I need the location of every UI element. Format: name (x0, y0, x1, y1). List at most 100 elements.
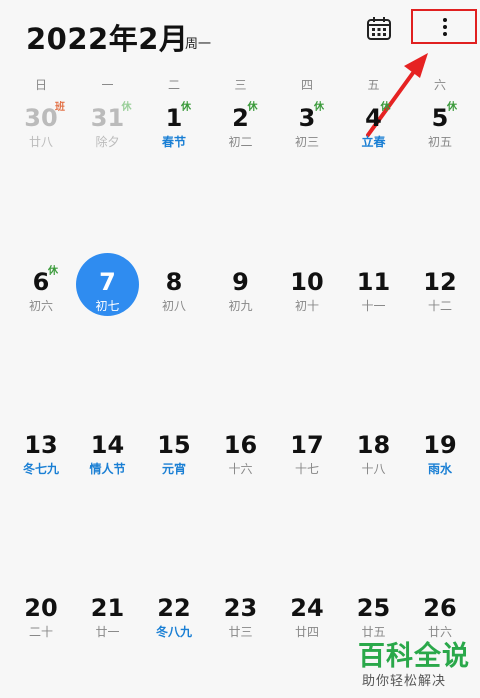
more-vertical-icon (443, 18, 447, 22)
day-cell[interactable]: 8 初八 (141, 268, 207, 328)
day-cell[interactable]: 7 初七 (75, 268, 141, 328)
day-number: 19 (423, 431, 457, 459)
day-cell[interactable]: 21 廿一 (75, 594, 141, 654)
more-options-button[interactable] (411, 9, 477, 44)
lunar-date: 二十 (28, 625, 53, 639)
weekday-label: 六 (433, 78, 446, 92)
lunar-date: 初六 (28, 299, 53, 313)
day-cell[interactable]: 18 十八 (341, 431, 407, 491)
day-cell[interactable]: 5 休初五 (407, 102, 473, 164)
holiday-badge: 休 (181, 102, 191, 113)
holiday-badge: 休 (48, 266, 58, 277)
day-number: 14 (90, 431, 125, 459)
day-number: 10 (290, 268, 324, 296)
lunar-date: 除夕 (95, 135, 120, 149)
day-number: 5 (431, 104, 449, 132)
weekday-label: 三 (234, 78, 247, 92)
day-number: 22 (157, 594, 191, 622)
lunar-date: 初五 (427, 135, 452, 149)
more-dot (443, 25, 447, 29)
day-number: 6 (32, 268, 50, 296)
day-number: 21 (90, 594, 125, 622)
day-number: 18 (356, 431, 391, 459)
holiday-badge: 休 (447, 102, 457, 113)
day-number: 26 (423, 594, 457, 622)
festival-label: 情人节 (89, 462, 126, 476)
day-cell[interactable]: 17 十七 (274, 431, 340, 491)
day-number: 8 (165, 268, 183, 296)
day-cell[interactable]: 1 休春节 (141, 102, 207, 164)
day-number: 16 (223, 431, 258, 459)
day-number: 25 (356, 594, 391, 622)
day-cell[interactable]: 13 冬七九 (8, 431, 74, 491)
day-cell[interactable]: 22 冬八九 (141, 594, 207, 654)
day-number: 9 (232, 268, 249, 296)
more-dot (443, 32, 447, 36)
watermark-sub: 助你轻松解决 (362, 674, 447, 689)
lunar-date: 十二 (427, 299, 452, 313)
day-number: 7 (99, 268, 116, 296)
current-weekday: 周一 (185, 37, 212, 52)
lunar-date: 初八 (161, 299, 186, 313)
day-cell[interactable]: 9 初九 (208, 268, 274, 328)
lunar-date: 初九 (228, 299, 253, 313)
day-number: 4 (365, 104, 382, 132)
day-number: 20 (24, 594, 58, 622)
lunar-date: 初三 (294, 135, 319, 149)
lunar-date: 廿四 (294, 625, 319, 639)
lunar-date: 十六 (228, 462, 253, 476)
festival-label: 立春 (361, 135, 386, 149)
day-cell[interactable]: 30 班廿八 (8, 102, 74, 164)
lunar-date: 十八 (361, 462, 386, 476)
lunar-date: 初十 (294, 299, 319, 313)
day-number: 12 (423, 268, 457, 296)
holiday-badge: 休 (380, 102, 391, 113)
day-number: 11 (356, 268, 391, 296)
day-number: 3 (298, 104, 316, 132)
weekday-label: 四 (300, 78, 313, 92)
day-number: 1 (165, 104, 183, 132)
day-number: 23 (223, 594, 258, 622)
lunar-date: 廿三 (228, 625, 253, 639)
day-cell[interactable]: 12 十二 (407, 268, 473, 328)
lunar-date: 初二 (228, 135, 253, 149)
day-cell[interactable]: 11 十一 (341, 268, 407, 328)
day-cell[interactable]: 15 元宵 (141, 431, 207, 491)
calendar-icon[interactable] (366, 15, 392, 41)
day-cell[interactable]: 24 廿四 (274, 594, 340, 654)
holiday-badge: 休 (121, 102, 132, 113)
day-number: 13 (24, 431, 58, 459)
day-cell[interactable]: 6 休初六 (8, 266, 74, 328)
lunar-date: 初七 (95, 299, 120, 313)
day-cell[interactable]: 20 二十 (8, 594, 74, 654)
page-title[interactable]: 2022年2月 (26, 16, 188, 58)
workday-badge: 班 (55, 102, 65, 113)
weekday-label: 二 (167, 78, 180, 92)
lunar-date: 十七 (294, 462, 319, 476)
day-cell[interactable]: 14 情人节 (75, 431, 141, 491)
day-cell[interactable]: 23 廿三 (208, 594, 274, 654)
day-number: 2 (232, 104, 249, 132)
lunar-date: 廿八 (28, 135, 53, 149)
day-number: 15 (157, 431, 191, 459)
day-cell[interactable]: 3 休初三 (274, 102, 340, 164)
festival-label: 春节 (161, 135, 186, 149)
watermark-main: 百科全说 (358, 641, 470, 672)
day-cell[interactable]: 16 十六 (208, 431, 274, 491)
day-cell[interactable]: 19 雨水 (407, 431, 473, 491)
day-cell[interactable]: 2 休初二 (208, 102, 274, 164)
day-number: 24 (290, 594, 324, 622)
lunar-date: 十一 (361, 299, 386, 313)
day-cell[interactable]: 10 初十 (274, 268, 340, 328)
festival-label: 雨水 (427, 462, 452, 476)
watermark-logo: 百科全说 助你轻松解决 (352, 634, 470, 694)
weekday-header: 日一二三四五六 (8, 76, 474, 92)
festival-label: 元宵 (161, 462, 186, 476)
day-cell[interactable]: 4 休立春 (341, 102, 407, 164)
weekday-label: 一 (101, 78, 114, 92)
festival-label: 冬七九 (22, 462, 59, 476)
header: 2022年2月 周一 (0, 0, 480, 66)
day-cell[interactable]: 31 休除夕 (75, 102, 141, 164)
weekday-label: 日 (34, 78, 47, 92)
holiday-badge: 休 (247, 102, 258, 113)
